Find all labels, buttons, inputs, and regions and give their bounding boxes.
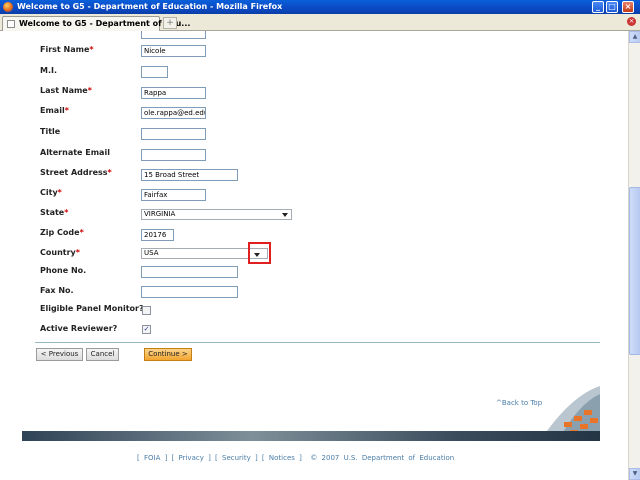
scrollbar-thumb[interactable] xyxy=(629,187,640,355)
chevron-down-icon[interactable] xyxy=(282,213,288,217)
new-tab-button[interactable]: + xyxy=(163,17,177,29)
firefox-icon xyxy=(3,2,13,12)
checkmark-icon: ✓ xyxy=(143,325,150,333)
street-address-label: Street Address* xyxy=(40,168,112,177)
last-name-input[interactable]: Rappa xyxy=(141,87,206,99)
footer-link-security[interactable]: Security xyxy=(222,454,251,462)
email-label: Email* xyxy=(40,106,69,115)
zip-code-input[interactable]: 20176 xyxy=(141,229,174,241)
mi-input[interactable] xyxy=(141,66,168,78)
maximize-button[interactable]: □ xyxy=(606,1,618,13)
eligible-panel-monitor-label: Eligible Panel Monitor? xyxy=(40,304,144,313)
state-label: State* xyxy=(40,208,69,217)
form-divider xyxy=(35,342,600,343)
window-title: Welcome to G5 - Department of Education … xyxy=(17,2,283,11)
footer-links: [ FOIA ] [ Privacy ] [ Security ] [ Noti… xyxy=(137,454,455,462)
copyright-text: © 2007 U.S. Department of Education xyxy=(310,454,455,462)
fax-input[interactable] xyxy=(141,286,238,298)
eligible-panel-monitor-checkbox[interactable] xyxy=(142,306,151,315)
tab-bar: Welcome to G5 - Department of Edu... + × xyxy=(0,14,640,31)
window-title-bar: Welcome to G5 - Department of Education … xyxy=(0,0,640,14)
page-viewport: First Name* Nicole M.I. Last Name* Rappa… xyxy=(0,31,628,480)
first-name-input[interactable]: Nicole xyxy=(141,45,206,57)
title-input[interactable] xyxy=(141,128,206,140)
country-selected-value: USA xyxy=(144,249,159,257)
alternate-email-label: Alternate Email xyxy=(40,148,110,157)
vertical-scrollbar[interactable]: ▲ ▼ xyxy=(628,31,640,480)
continue-button[interactable]: Continue > xyxy=(144,348,192,361)
city-input[interactable]: Fairfax xyxy=(141,189,206,201)
partial-field-top[interactable] xyxy=(141,31,206,39)
city-label: City* xyxy=(40,188,62,197)
footer-link-foia[interactable]: FOIA xyxy=(144,454,160,462)
scroll-up-icon[interactable]: ▲ xyxy=(629,31,640,43)
phone-input[interactable] xyxy=(141,266,238,278)
minimize-button[interactable]: _ xyxy=(592,1,604,13)
last-name-label: Last Name* xyxy=(40,86,92,95)
country-label: Country* xyxy=(40,248,80,257)
highlight-box xyxy=(248,242,271,264)
form-content-panel xyxy=(22,31,600,480)
close-window-button[interactable]: × xyxy=(622,1,634,13)
fax-label: Fax No. xyxy=(40,286,74,295)
tab-welcome-g5[interactable]: Welcome to G5 - Department of Edu... xyxy=(2,16,190,31)
scroll-down-icon[interactable]: ▼ xyxy=(629,468,640,480)
active-reviewer-label: Active Reviewer? xyxy=(40,324,118,333)
active-reviewer-checkbox[interactable]: ✓ xyxy=(142,325,151,334)
state-selected-value: VIRGINIA xyxy=(144,210,176,218)
email-input[interactable]: ole.rappa@ed.edu xyxy=(141,107,206,119)
alternate-email-input[interactable] xyxy=(141,149,206,161)
street-address-input[interactable]: 15 Broad Street xyxy=(141,169,238,181)
footer-banner xyxy=(22,431,600,441)
footer-link-privacy[interactable]: Privacy xyxy=(179,454,204,462)
title-label: Title xyxy=(40,127,61,136)
mi-label: M.I. xyxy=(40,66,58,75)
cancel-button[interactable]: Cancel xyxy=(86,348,119,361)
footer-link-notices[interactable]: Notices xyxy=(269,454,295,462)
previous-button[interactable]: < Previous xyxy=(36,348,83,361)
page-icon xyxy=(7,20,15,28)
zip-code-label: Zip Code* xyxy=(40,228,84,237)
close-tab-icon[interactable]: × xyxy=(627,17,636,26)
phone-label: Phone No. xyxy=(40,266,87,275)
first-name-label: First Name* xyxy=(40,45,94,54)
state-select[interactable]: VIRGINIA xyxy=(141,209,292,220)
